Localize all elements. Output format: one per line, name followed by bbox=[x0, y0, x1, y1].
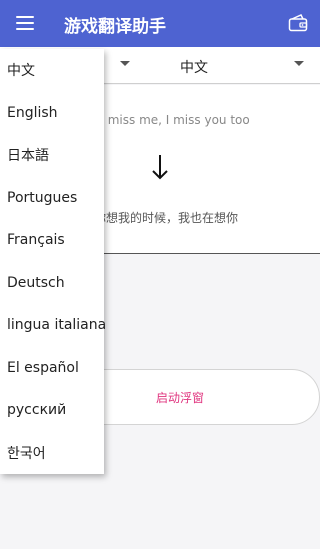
language-option[interactable]: lingua italiana bbox=[0, 304, 106, 347]
hamburger-icon[interactable] bbox=[16, 16, 34, 30]
down-arrow-icon bbox=[152, 155, 168, 180]
language-option[interactable]: Portugues bbox=[0, 177, 104, 220]
source-language-dropdown-arrow-icon[interactable] bbox=[120, 61, 130, 66]
language-dropdown-menu: 中文 English 日本語 Portugues Français Deutsc… bbox=[0, 49, 106, 475]
app-title: 游戏翻译助手 bbox=[64, 17, 166, 37]
language-option[interactable]: Français bbox=[0, 219, 104, 262]
app-bar: 游戏翻译助手 bbox=[0, 0, 320, 47]
language-option[interactable]: 한국어 bbox=[0, 432, 104, 475]
language-option[interactable]: Deutsch bbox=[0, 262, 104, 305]
language-option[interactable]: 中文 bbox=[0, 49, 104, 92]
language-option[interactable]: 日本語 bbox=[0, 134, 104, 177]
wallet-icon[interactable] bbox=[288, 14, 308, 32]
language-option[interactable]: русский bbox=[0, 389, 104, 432]
target-language-select[interactable]: 中文 bbox=[180, 57, 208, 77]
target-language-dropdown-arrow-icon[interactable] bbox=[294, 61, 304, 66]
language-option[interactable]: El español bbox=[0, 347, 104, 390]
start-float-window-label: 启动浮窗 bbox=[155, 390, 204, 405]
language-option[interactable]: English bbox=[0, 92, 104, 135]
